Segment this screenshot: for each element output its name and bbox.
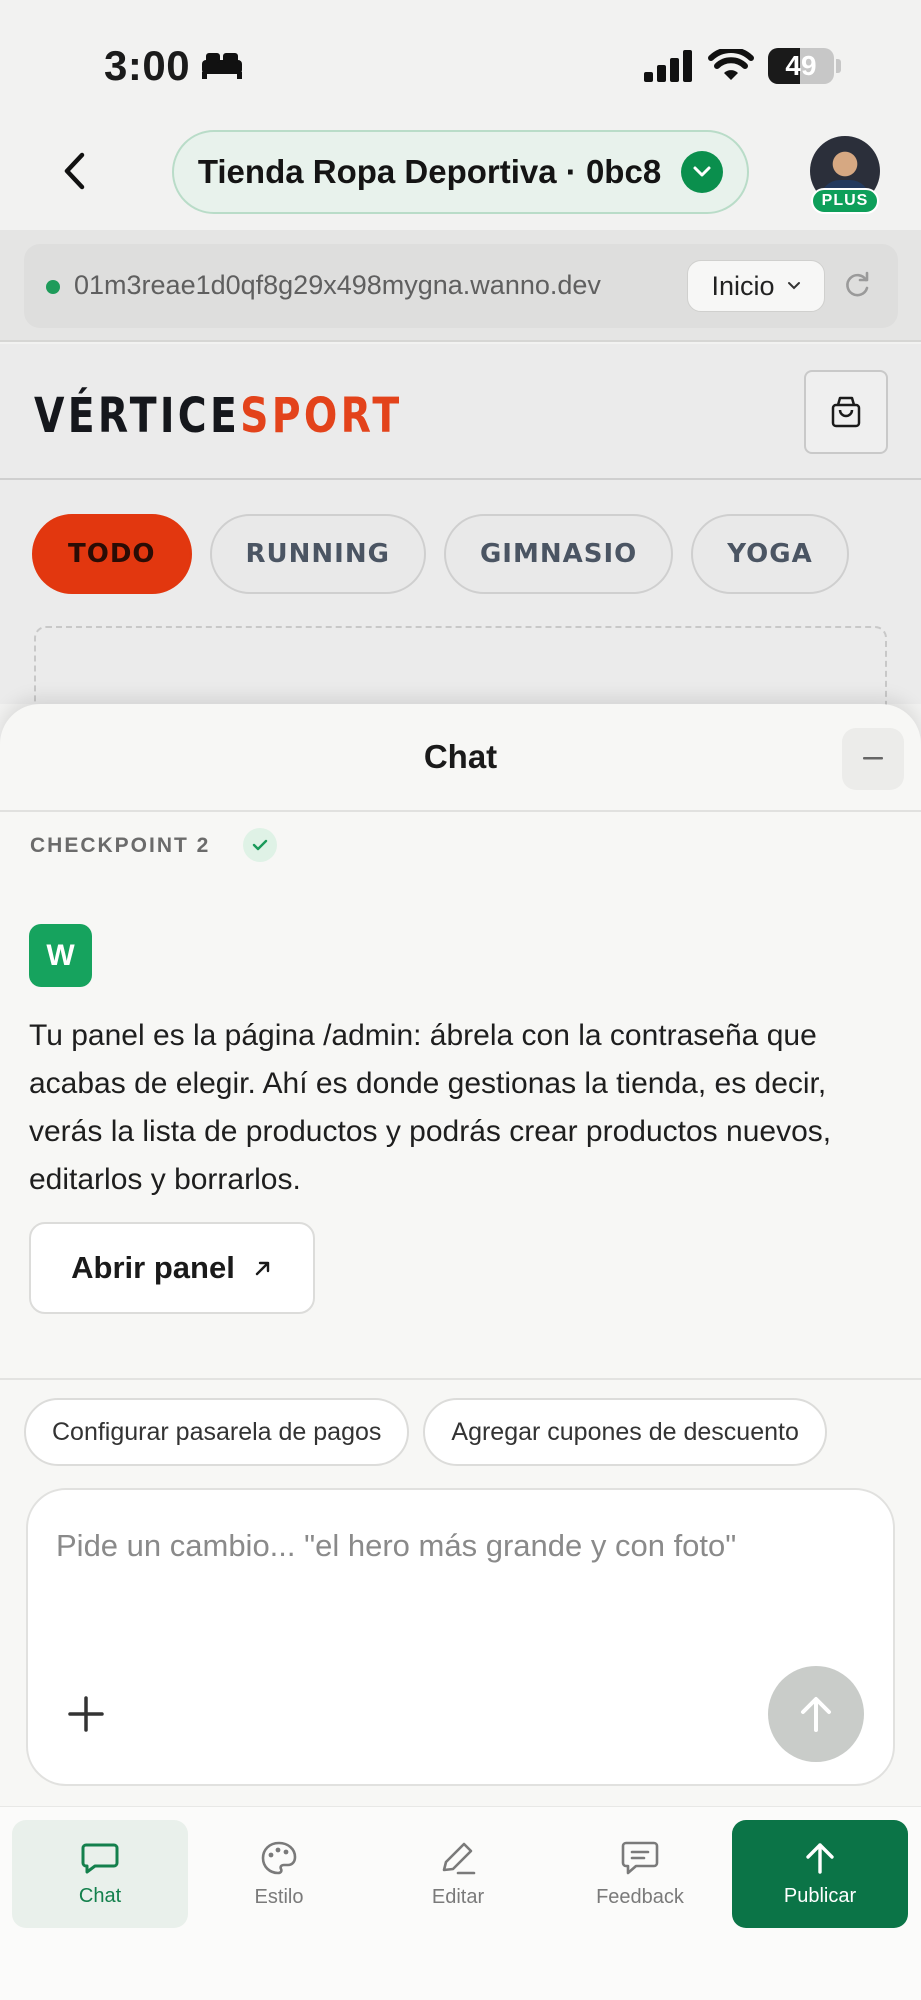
preview-url[interactable]: 01m3reae1d0qf8g29x498mygna.wanno.dev (74, 270, 601, 301)
cellular-signal-icon (644, 50, 692, 82)
category-gimnasio[interactable]: GIMNASIO (443, 514, 674, 594)
tab-feedback[interactable]: Feedback (552, 1820, 728, 1928)
pencil-icon (442, 1842, 476, 1874)
suggestion-chip[interactable]: Agregar cupones de descuento (423, 1398, 827, 1466)
arrow-up-icon (806, 1842, 834, 1874)
reload-icon[interactable] (843, 270, 871, 305)
battery-percentage: 49 (785, 50, 817, 81)
status-time: 3:00 (104, 42, 191, 89)
site-logo-part1: VÉRTICE (34, 388, 241, 444)
publish-button[interactable]: Publicar (732, 1820, 908, 1928)
wifi-icon (708, 49, 754, 80)
assistant-avatar: W (29, 924, 92, 987)
cart-button[interactable] (804, 370, 888, 454)
tab-edit[interactable]: Editar (370, 1820, 546, 1928)
minus-icon (863, 757, 883, 760)
suggestion-chip[interactable]: Configurar pasarela de pagos (24, 1398, 410, 1466)
arrow-up-right-icon (255, 1261, 270, 1276)
tab-chat[interactable]: Chat (12, 1820, 188, 1928)
live-status-dot (46, 280, 60, 294)
suggestion-chips: Configurar pasarela de pagos Agregar cup… (24, 1398, 827, 1466)
route-select[interactable]: Inicio (687, 260, 825, 312)
site-header-divider (0, 478, 921, 480)
category-running[interactable]: RUNNING (209, 514, 426, 594)
attach-plus-icon[interactable] (64, 1692, 108, 1736)
category-filters: TODO RUNNING GIMNASIO YOGA (32, 514, 849, 594)
open-panel-label: Abrir panel (71, 1250, 235, 1285)
palette-icon (261, 1841, 297, 1874)
assistant-message: Tu panel es la página /admin: ábrela con… (29, 1019, 832, 1196)
minimize-button[interactable] (842, 728, 904, 790)
message-input-placeholder[interactable]: Pide un cambio... "el hero más grande y … (56, 1528, 736, 1564)
open-panel-button[interactable]: Abrir panel (29, 1222, 315, 1314)
shopping-bag-icon (831, 396, 861, 428)
app-screen: { "status_bar": { "time": "3:00", "batte… (0, 0, 921, 2000)
project-selector[interactable]: Tienda Ropa Deportiva · 0bc8 (172, 130, 749, 214)
battery-icon: 49 (768, 48, 841, 84)
back-button[interactable] (54, 146, 94, 196)
chat-title: Chat (423, 738, 498, 775)
category-todo[interactable]: TODO (32, 514, 192, 594)
tab-style-label: Estilo (254, 1885, 304, 1908)
chevron-left-icon (64, 152, 85, 190)
chat-bubble-icon (81, 1843, 119, 1873)
tab-chat-label: Chat (78, 1884, 122, 1907)
chat-header-divider (0, 810, 921, 812)
check-icon (243, 828, 277, 862)
chevron-down-icon (787, 282, 800, 290)
tab-edit-label: Editar (431, 1885, 485, 1908)
arrow-up-icon (801, 1697, 831, 1732)
site-logo[interactable]: VÉRTICESPORT (34, 388, 403, 444)
suggestions-divider (0, 1378, 921, 1380)
message-square-icon (621, 1841, 659, 1874)
sleep-bed-icon (200, 50, 244, 85)
category-yoga[interactable]: YOGA (691, 514, 849, 594)
checkpoint-label[interactable]: CHECKPOINT 2 (30, 834, 210, 858)
tab-style[interactable]: Estilo (191, 1820, 367, 1928)
publish-label: Publicar (783, 1884, 857, 1907)
site-logo-part2: SPORT (240, 388, 403, 444)
status-indicators: 49 (644, 48, 841, 84)
tab-feedback-label: Feedback (596, 1885, 684, 1908)
chevron-down-icon (681, 151, 724, 193)
send-button[interactable] (768, 1666, 864, 1762)
route-select-value: Inicio (711, 270, 775, 301)
project-name: Tienda Ropa Deportiva · 0bc8 (197, 153, 662, 190)
plan-badge: PLUS (811, 188, 879, 214)
